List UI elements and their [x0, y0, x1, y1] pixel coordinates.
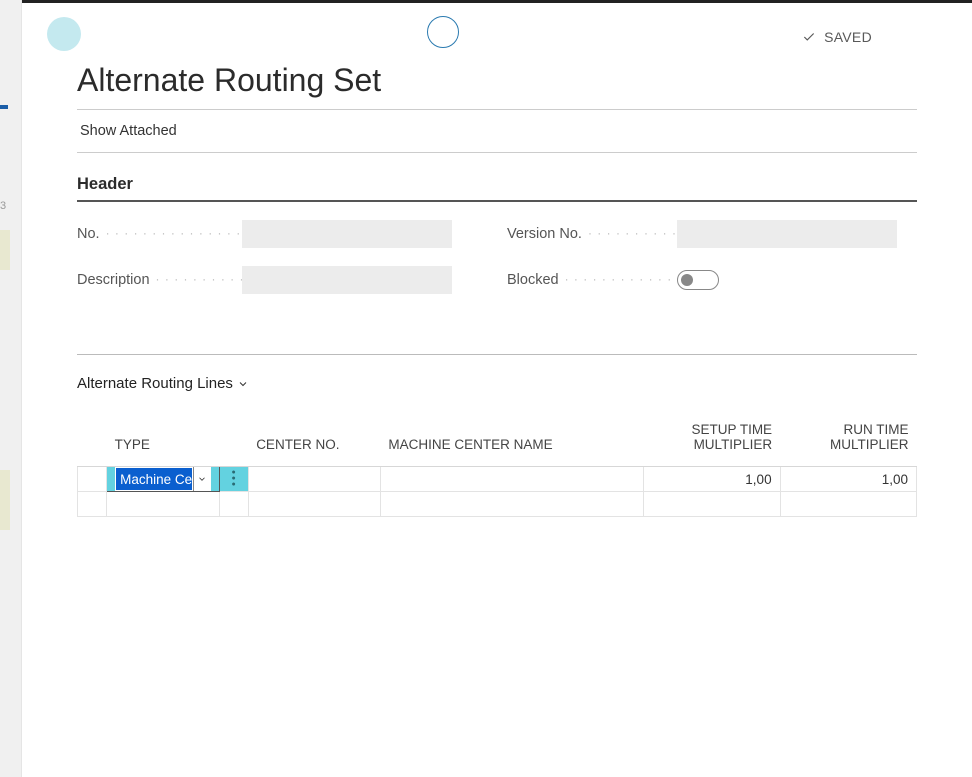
blocked-toggle[interactable]: [677, 270, 719, 290]
type-dropdown-arrow[interactable]: [193, 467, 211, 491]
no-label: No.: [77, 226, 242, 242]
col-machine-name[interactable]: MACHINE CENTER NAME: [380, 416, 643, 467]
table-row[interactable]: Machine Cen ●●● 1,00 1,00: [78, 467, 917, 492]
lines-table: TYPE CENTER NO. MACHINE CENTER NAME SETU…: [77, 416, 917, 517]
col-setup-mult[interactable]: SETUP TIME MULTIPLIER: [644, 416, 780, 467]
version-label: Version No.: [507, 226, 677, 242]
type-dropdown-cell[interactable]: Machine Cen: [107, 467, 219, 492]
blocked-label: Blocked: [507, 272, 677, 288]
col-center-no[interactable]: CENTER NO.: [248, 416, 380, 467]
description-label: Description: [77, 272, 242, 288]
chevron-down-icon: [197, 474, 207, 484]
row-marker[interactable]: [78, 467, 107, 492]
show-attached-link[interactable]: Show Attached: [77, 110, 917, 152]
save-status-label: SAVED: [824, 29, 872, 45]
save-status: SAVED: [802, 29, 872, 45]
setup-mult-cell[interactable]: 1,00: [644, 467, 780, 492]
chevron-down-icon: [237, 378, 249, 390]
description-field[interactable]: [242, 266, 452, 294]
machine-name-cell[interactable]: [380, 467, 643, 492]
checkmark-icon: [802, 30, 816, 44]
kebab-icon: ●●●: [232, 470, 236, 488]
col-run-mult[interactable]: RUN TIME MULTIPLIER: [780, 416, 916, 467]
header-avatar-circle: [47, 17, 81, 51]
row-actions-kebab[interactable]: ●●●: [219, 467, 248, 492]
lines-section-label: Alternate Routing Lines: [77, 375, 233, 392]
no-field[interactable]: [242, 220, 452, 248]
header-outline-circle: [427, 16, 459, 48]
col-type[interactable]: TYPE: [107, 416, 219, 467]
lines-section-toggle[interactable]: Alternate Routing Lines: [77, 375, 249, 392]
type-dropdown-value[interactable]: Machine Cen: [115, 467, 192, 491]
version-field[interactable]: [677, 220, 897, 248]
header-section-title: Header: [77, 175, 917, 194]
table-row[interactable]: [78, 492, 917, 517]
page-title: Alternate Routing Set: [77, 62, 917, 99]
center-no-cell[interactable]: [248, 467, 380, 492]
run-mult-cell[interactable]: 1,00: [780, 467, 916, 492]
